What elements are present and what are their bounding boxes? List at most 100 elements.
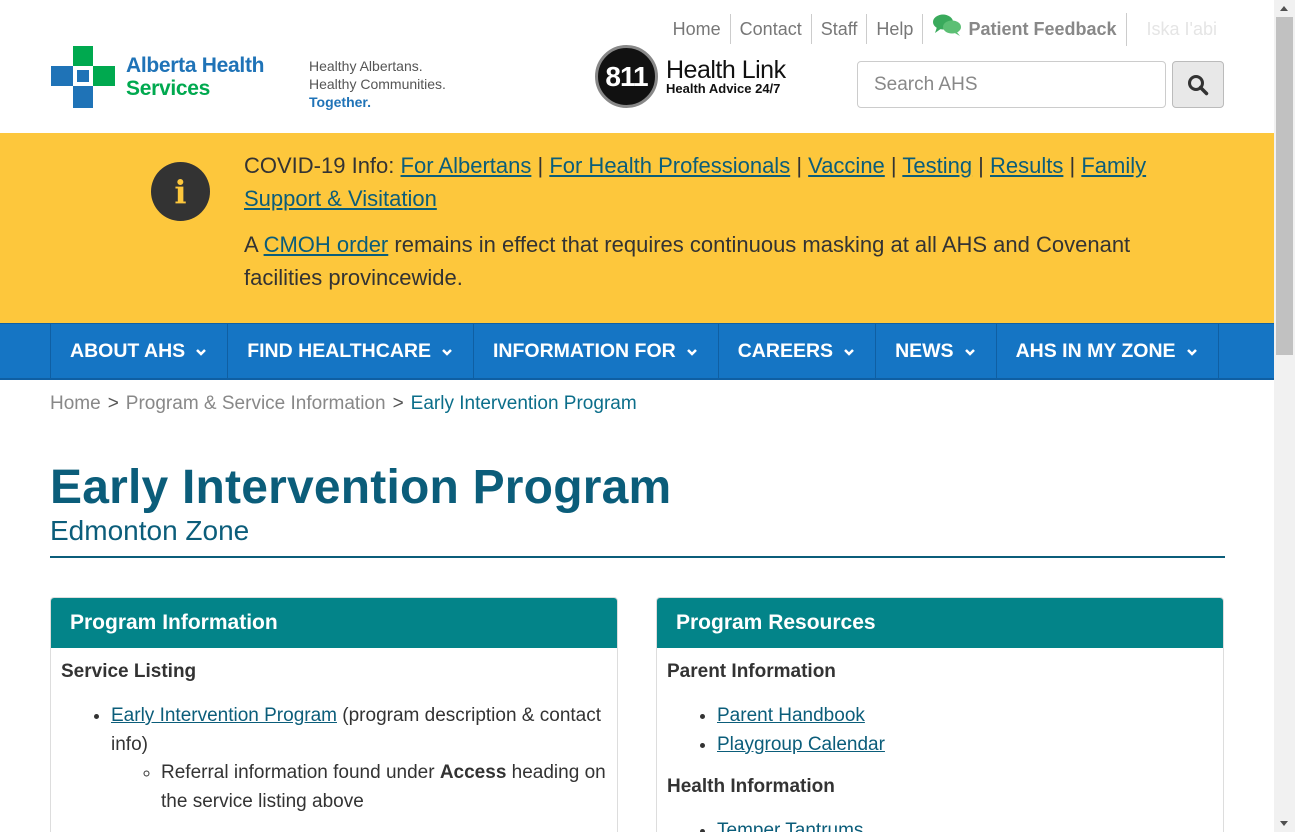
link-cmoh-order[interactable]: CMOH order [264,232,389,257]
health-link-logo[interactable]: 811 Health Link Health Advice 24/7 [595,45,786,108]
list-item: Playgroup Calendar [717,731,1213,760]
covid-alert-text: COVID-19 Info: For Albertans | For Healt… [244,149,1194,294]
util-link-staff[interactable]: Staff [812,14,868,44]
search-icon [1188,74,1209,95]
sub-list: Referral information found under Access … [161,759,607,816]
masking-notice: A CMOH order remains in effect that requ… [244,228,1194,294]
chevron-down-icon [442,348,452,356]
health-link-text: Health Link Health Advice 24/7 [666,55,786,96]
early-intervention-program-link[interactable]: Early Intervention Program [111,705,337,726]
patient-feedback-label: Patient Feedback [968,19,1117,39]
language-link[interactable]: Iska I'abi [1127,14,1226,44]
tagline-line1: Healthy Albertans. [309,58,423,74]
list-item: Parent Handbook [717,702,1213,731]
covid-info-prefix: COVID-19 Info: [244,153,401,178]
utility-nav: Home Contact Staff Help Patient Feedback… [664,12,1226,46]
util-link-contact[interactable]: Contact [731,14,812,44]
parent-information-list: Parent Handbook Playgroup Calendar [717,702,1213,759]
page-scrollbar[interactable] [1274,0,1295,832]
nav-news[interactable]: NEWS [876,324,997,379]
scroll-up-arrow-icon[interactable] [1280,6,1288,11]
health-information-list: Temper Tantrums [717,817,1213,832]
referral-text: Referral information found under [161,762,440,783]
scroll-down-arrow-icon[interactable] [1280,821,1288,826]
program-information-heading: Program Information [51,598,617,648]
nav-label: INFORMATION FOR [493,340,676,362]
tagline-line3: Together. [309,94,371,110]
separator: | [972,153,991,178]
page-subtitle: Edmonton Zone [50,515,250,546]
chevron-down-icon [964,348,975,356]
tagline: Healthy Albertans. Healthy Communities. … [309,57,446,111]
nav-label: ABOUT AHS [70,340,186,362]
breadcrumb: Home > Program & Service Information > Early… [50,393,637,415]
parent-information-title: Parent Information [667,661,836,682]
util-link-help[interactable]: Help [867,14,924,44]
link-testing[interactable]: Testing [902,153,972,178]
access-bold: Access [439,762,507,783]
site-header: Home Contact Staff Help Patient Feedback… [0,0,1274,133]
health-link-title: Health Link [666,55,786,84]
link-vaccine[interactable]: Vaccine [808,153,885,178]
breadcrumb-current: Early Intervention Program [410,393,637,414]
service-listing-title: Service Listing [61,661,197,682]
breadcrumb-separator: > [392,393,404,414]
program-information-body: Service Listing Early Intervention Progr… [51,648,617,827]
nav-label: NEWS [895,340,954,362]
link-for-health-professionals[interactable]: For Health Professionals [549,153,790,178]
playgroup-calendar-link[interactable]: Playgroup Calendar [717,734,885,755]
list-item: Referral information found under Access … [161,759,607,816]
breadcrumb-program-service-info[interactable]: Program & Service Information [126,393,386,414]
search-input[interactable] [857,61,1166,108]
chevron-down-icon [1186,348,1197,356]
main-nav: ABOUT AHS FIND HEALTHCARE INFORMATION FO… [0,323,1274,380]
separator: | [1063,153,1082,178]
logo-wordmark: Alberta Health Services [126,54,264,100]
link-for-albertans[interactable]: For Albertans [401,153,532,178]
nav-about-ahs[interactable]: ABOUT AHS [51,324,229,379]
masking-prefix: A [244,232,264,257]
chevron-down-icon [844,348,854,356]
search-form [857,61,1224,108]
page-title: Early Intervention Program [50,461,672,514]
nav-label: AHS IN MY ZONE [1015,340,1176,362]
program-resources-body: Parent Information Parent Handbook Playg… [657,648,1223,832]
breadcrumb-home[interactable]: Home [50,393,101,414]
logo-line1: Alberta Health [126,54,265,77]
patient-feedback-link[interactable]: Patient Feedback [923,12,1127,46]
nav-ahs-in-my-zone[interactable]: AHS IN MY ZONE [997,324,1219,379]
temper-tantrums-link[interactable]: Temper Tantrums [717,820,863,832]
nav-label: FIND HEALTHCARE [247,340,431,362]
service-listing-list: Early Intervention Program (program desc… [111,702,607,816]
chevron-down-icon [686,348,697,356]
tagline-line2: Healthy Communities. [309,76,446,92]
ahs-cross-icon [51,46,115,108]
health-information-title: Health Information [667,776,835,797]
program-resources-heading: Program Resources [657,598,1223,648]
parent-handbook-link[interactable]: Parent Handbook [717,705,865,726]
separator: | [790,153,809,178]
scrollbar-thumb[interactable] [1276,17,1293,355]
program-information-panel: Program Information Service Listing Earl… [50,597,618,832]
covid-info-line: COVID-19 Info: For Albertans | For Healt… [244,149,1194,215]
chat-bubbles-icon [932,13,962,46]
list-item: Temper Tantrums [717,817,1213,832]
logo-line2: Services [126,77,211,100]
breadcrumb-separator: > [107,393,119,414]
separator: | [884,153,903,178]
link-results[interactable]: Results [990,153,1063,178]
info-icon: i [151,162,210,221]
health-link-subtitle: Health Advice 24/7 [666,80,781,96]
nav-careers[interactable]: CAREERS [719,324,877,379]
title-divider [50,556,1225,558]
nav-label: CAREERS [737,340,834,362]
util-link-home[interactable]: Home [664,14,731,44]
nav-information-for[interactable]: INFORMATION FOR [474,324,719,379]
health-link-811-badge: 811 [595,45,658,108]
nav-find-healthcare[interactable]: FIND HEALTHCARE [228,324,474,379]
list-item: Early Intervention Program (program desc… [111,702,607,816]
search-button[interactable] [1172,61,1224,108]
program-resources-panel: Program Resources Parent Information Par… [656,597,1224,832]
ahs-logo[interactable]: Alberta Health Services [51,46,264,108]
separator: | [531,153,550,178]
